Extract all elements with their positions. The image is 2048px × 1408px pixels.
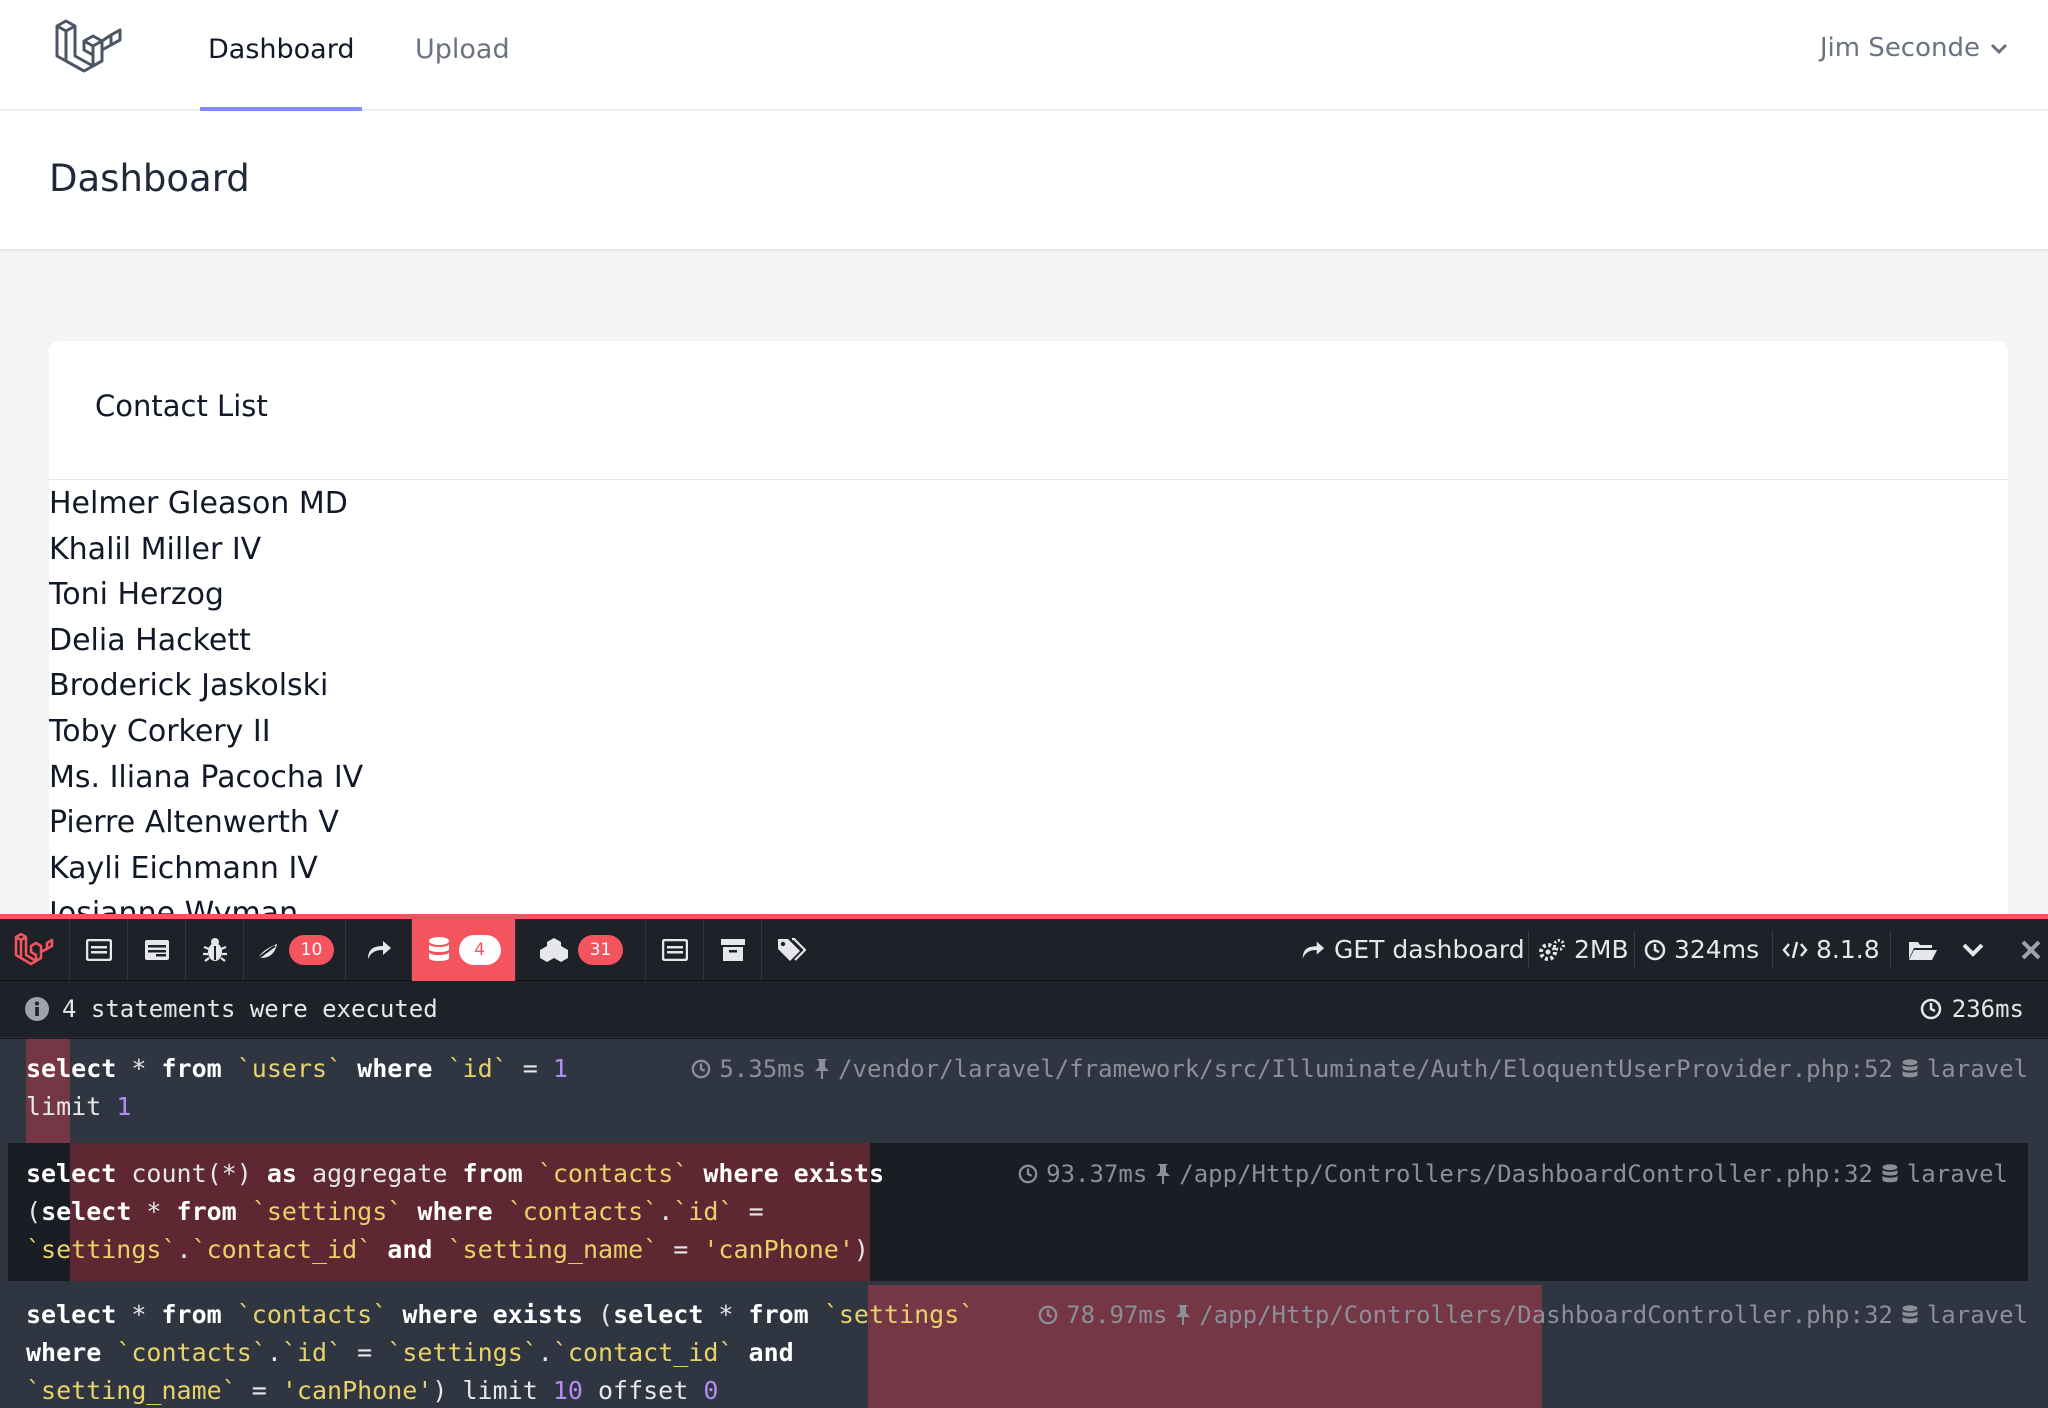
clock-icon bbox=[1644, 939, 1666, 961]
database-icon bbox=[1882, 1164, 1898, 1183]
query-connection: laravel bbox=[1926, 1301, 2028, 1329]
query-source: /app/Http/Controllers/DashboardControlle… bbox=[1179, 1160, 1873, 1188]
top-navigation: Dashboard Upload Jim Seconde bbox=[0, 0, 2048, 111]
clock-icon bbox=[1018, 1164, 1038, 1184]
list-item: Toni Herzog bbox=[49, 577, 224, 613]
list-item: Pierre Altenwerth V bbox=[49, 805, 339, 841]
cogs-icon bbox=[1539, 939, 1565, 961]
clock-icon bbox=[1920, 998, 1941, 1020]
models-tab[interactable]: 31 bbox=[516, 919, 646, 981]
models-count-badge: 31 bbox=[577, 935, 624, 965]
chevron-down-icon bbox=[1990, 43, 2008, 54]
debugbar-toolbar: 10 4 31 GET dashboard 2MB 324ms 8.1.8 bbox=[0, 919, 2048, 981]
mails-icon[interactable] bbox=[646, 919, 704, 981]
statements-count-text: 4 statements were executed bbox=[62, 995, 438, 1023]
query-meta: 5.35ms /vendor/laravel/framework/src/Ill… bbox=[691, 1050, 2028, 1088]
code-icon bbox=[1782, 941, 1808, 959]
list-item: Helmer Gleason MD bbox=[49, 486, 348, 521]
divider bbox=[1890, 931, 1891, 969]
query-connection: laravel bbox=[1906, 1160, 2008, 1188]
database-icon bbox=[1902, 1305, 1918, 1324]
queries-status-bar: 4 statements were executed 236ms bbox=[0, 981, 2048, 1038]
contact-list: Helmer Gleason MD Khalil Miller IV Toni … bbox=[49, 481, 363, 937]
page-header: Dashboard bbox=[0, 111, 2048, 249]
query-sql: select * from `users` where `id` = 1 lim… bbox=[26, 1054, 568, 1121]
nav-link-upload[interactable]: Upload bbox=[415, 0, 510, 110]
list-item: Kayli Eichmann IV bbox=[49, 850, 318, 886]
list-item: Toby Corkery II bbox=[49, 713, 271, 749]
query-sql: select * from `contacts` where exists (s… bbox=[26, 1300, 975, 1405]
leaf-icon bbox=[255, 944, 277, 961]
views-count-badge: 10 bbox=[288, 935, 335, 965]
php-version-value: 8.1.8 bbox=[1816, 935, 1880, 964]
query-duration: 78.97ms bbox=[1066, 1301, 1168, 1329]
query-source: /vendor/laravel/framework/src/Illuminate… bbox=[838, 1055, 1893, 1083]
list-item: Broderick Jaskolski bbox=[49, 668, 329, 704]
messages-icon[interactable] bbox=[70, 919, 128, 981]
request-label: GET dashboard bbox=[1334, 935, 1525, 964]
folder-open-icon[interactable] bbox=[1900, 919, 1946, 981]
query-connection: laravel bbox=[1926, 1055, 2028, 1083]
minimize-chevron-icon[interactable] bbox=[1950, 919, 1996, 981]
session-icon[interactable] bbox=[704, 919, 762, 981]
queries-count-badge: 4 bbox=[458, 935, 501, 965]
request-info[interactable]: GET dashboard bbox=[1300, 919, 1525, 981]
thumbtack-icon bbox=[815, 1059, 830, 1079]
clock-icon bbox=[1038, 1305, 1058, 1325]
list-item: Ms. Iliana Pacocha IV bbox=[49, 759, 364, 795]
contact-list-card: Contact List Helmer Gleason MD Khalil Mi… bbox=[49, 341, 2008, 991]
divider bbox=[1634, 931, 1635, 969]
divider bbox=[49, 479, 2008, 480]
route-icon[interactable] bbox=[346, 919, 412, 981]
query-sql: select count(*) as aggregate from `conta… bbox=[26, 1159, 884, 1264]
user-name: Jim Seconde bbox=[1819, 33, 1980, 63]
debugbar: 10 4 31 GET dashboard 2MB 324ms 8.1.8 4 … bbox=[0, 914, 2048, 1408]
divider bbox=[1772, 931, 1773, 969]
share-icon bbox=[1302, 941, 1325, 959]
tags-icon[interactable] bbox=[762, 919, 820, 981]
memory-info: 2MB bbox=[1538, 919, 1629, 981]
list-item: Delia Hackett bbox=[49, 622, 251, 658]
exceptions-icon[interactable] bbox=[186, 919, 244, 981]
query-row[interactable]: select * from `contacts` where exists (s… bbox=[0, 1285, 2048, 1408]
debugbar-logo-icon[interactable] bbox=[0, 919, 70, 981]
query-row[interactable]: select * from `users` where `id` = 1 lim… bbox=[0, 1039, 2048, 1143]
thumbtack-icon bbox=[1156, 1164, 1171, 1184]
time-info: 324ms bbox=[1644, 919, 1759, 981]
laravel-logo-icon[interactable] bbox=[54, 12, 126, 84]
close-icon[interactable] bbox=[2020, 919, 2048, 981]
memory-value: 2MB bbox=[1574, 935, 1629, 964]
php-version-info: 8.1.8 bbox=[1782, 919, 1880, 981]
clock-icon bbox=[692, 1059, 711, 1079]
query-meta: 93.37ms /app/Http/Controllers/DashboardC… bbox=[1018, 1155, 2008, 1193]
time-value: 324ms bbox=[1674, 935, 1760, 964]
divider bbox=[1528, 931, 1529, 969]
total-time-value: 236ms bbox=[1951, 995, 2024, 1023]
user-menu[interactable]: Jim Seconde bbox=[1820, 0, 2008, 100]
card-title: Contact List bbox=[95, 389, 268, 423]
list-item: Khalil Miller IV bbox=[49, 531, 262, 567]
views-tab[interactable]: 10 bbox=[244, 919, 346, 981]
query-source: /app/Http/Controllers/DashboardControlle… bbox=[1199, 1301, 1893, 1329]
query-meta: 78.97ms /app/Http/Controllers/DashboardC… bbox=[1038, 1296, 2028, 1334]
info-icon bbox=[25, 997, 49, 1021]
nav-link-dashboard[interactable]: Dashboard bbox=[199, 0, 363, 111]
query-duration: 5.35ms bbox=[719, 1055, 807, 1083]
thumbtack-icon bbox=[1176, 1305, 1191, 1325]
database-icon bbox=[1902, 1059, 1918, 1078]
queries-tab[interactable]: 4 bbox=[412, 919, 516, 981]
database-icon bbox=[428, 937, 449, 961]
query-duration: 93.37ms bbox=[1046, 1160, 1148, 1188]
page-title: Dashboard bbox=[49, 157, 250, 200]
timeline-icon[interactable] bbox=[128, 919, 186, 981]
query-row[interactable]: select count(*) as aggregate from `conta… bbox=[0, 1143, 2048, 1285]
cubes-icon bbox=[539, 938, 568, 962]
